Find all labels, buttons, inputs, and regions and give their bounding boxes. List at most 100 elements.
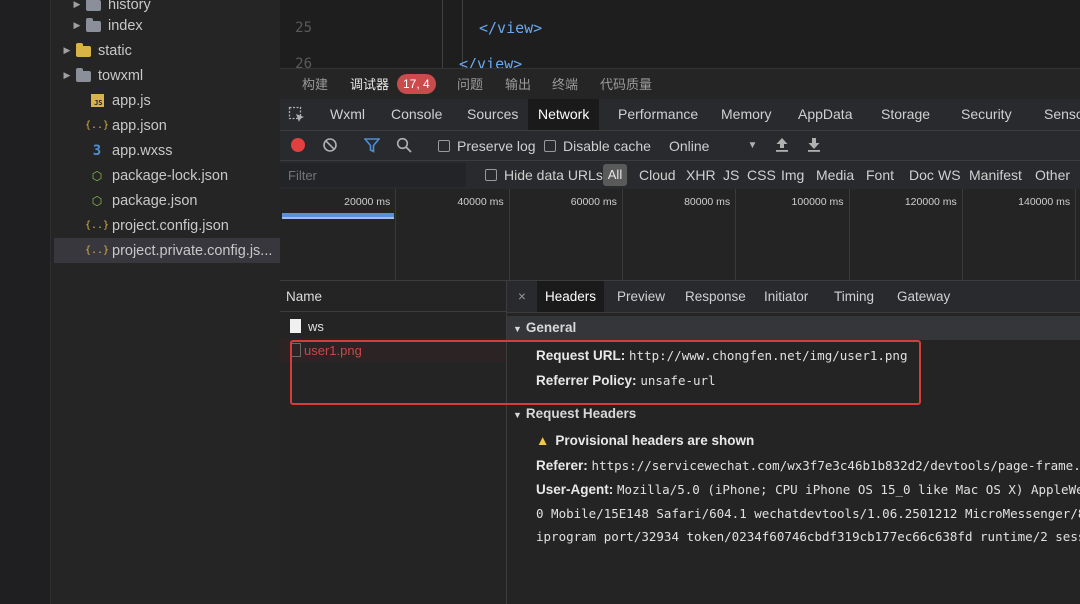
download-icon[interactable] [807,137,821,158]
devtools-tab-network[interactable]: Network [528,99,600,130]
filter-type-manifest[interactable]: Manifest [969,161,1022,189]
filter-type-xhr[interactable]: XHR [686,161,716,189]
network-timeline[interactable]: 20000 ms 40000 ms 60000 ms 80000 ms 100000 m… [280,189,1080,281]
details-tab-headers[interactable]: Headers [537,281,605,312]
disable-cache-label: Disable cache [563,137,651,154]
file-tree-item[interactable]: {..} project.config.json [84,213,229,238]
devtools-tab-sources[interactable]: Sources [457,99,528,130]
upload-icon[interactable] [775,137,789,158]
timeline-tick-label: 120000 ms [904,196,957,208]
timeline-tick-label: 60000 ms [570,196,617,208]
file-tree-item[interactable]: JS app.js [88,88,151,113]
details-tab-preview[interactable]: Preview [609,281,673,312]
filter-type-font[interactable]: Font [866,161,894,189]
tab-issues[interactable]: 问题 [457,69,483,100]
throttle-select[interactable]: Online ▼ [669,131,757,160]
file-tree-item[interactable]: ▶ towxml [60,63,144,88]
name-column-header[interactable]: Name [280,281,506,312]
details-tab-timing[interactable]: Timing [826,281,882,312]
filter-all-button[interactable]: All [603,164,627,186]
preserve-log-checkbox[interactable]: Preserve log [438,131,536,160]
devtools-tab-wxml[interactable]: Wxml [320,99,375,130]
file-tree-label: history [108,0,151,13]
search-icon[interactable] [396,137,412,158]
disable-cache-checkbox[interactable]: Disable cache [544,131,651,160]
code-line[interactable]: </view> [479,19,542,37]
chevron-right-icon[interactable]: ▶ [60,70,74,81]
clear-icon[interactable] [322,137,338,158]
checkbox-box[interactable] [485,169,497,181]
file-tree-label: app.json [112,117,167,134]
user-agent-continued: 0 Mobile/15E148 Safari/604.1 wechatdevto… [536,503,1080,525]
json-file-icon: {..} [84,220,110,231]
filter-type-js[interactable]: JS [723,161,739,189]
folder-icon [74,68,92,84]
filter-type-doc[interactable]: Doc [909,161,934,189]
tab-output[interactable]: 输出 [505,69,531,100]
devtools-tab-console[interactable]: Console [381,99,452,130]
throttle-value: Online [669,137,710,154]
details-tab-bar: × Headers Preview Response Initiator Timing G… [507,281,1080,313]
file-tree-item[interactable]: {..} app.json [85,113,167,138]
file-tree-label: app.js [112,92,151,109]
filter-icon[interactable] [363,138,381,158]
filter-input[interactable] [280,163,466,187]
filter-type-ws[interactable]: WS [938,161,961,189]
node-file-icon: ⬡ [91,193,103,208]
record-icon[interactable] [291,138,305,152]
devtools-tab-performance[interactable]: Performance [608,99,708,130]
timeline-gridline [621,189,623,280]
folder-icon [74,43,92,59]
json-file-icon: {..} [84,245,110,256]
tab-terminal[interactable]: 终端 [552,69,578,100]
details-tab-initiator[interactable]: Initiator [756,281,816,312]
line-number: 26 [295,56,312,68]
code-line[interactable]: </view> [459,55,522,68]
user-agent-value: Mozilla/5.0 (iPhone; CPU iPhone OS 15_0 … [617,482,1080,497]
user-agent-continued: iprogram port/32934 token/0234f60746cbdf… [536,526,1080,548]
file-tree-item[interactable]: 3 app.wxss [88,138,173,163]
hide-data-urls-checkbox[interactable]: Hide data URLs [485,161,603,189]
hide-data-urls-label: Hide data URLs [504,167,603,183]
request-row-ws[interactable]: ws [280,314,506,338]
filter-type-media[interactable]: Media [816,161,854,189]
code-editor[interactable]: 25 </view> 26 </view> [280,0,1080,68]
devtools-tab-storage[interactable]: Storage [871,99,940,130]
devtools-tab-memory[interactable]: Memory [711,99,782,130]
tab-code-quality[interactable]: 代码质量 [600,69,652,100]
filter-type-other[interactable]: Other [1035,161,1070,189]
checkbox-box[interactable] [438,139,450,152]
chevron-right-icon[interactable]: ▶ [70,20,84,31]
request-headers-section-header[interactable]: ▼ Request Headers [507,402,1080,426]
timeline-request-bar [282,213,394,219]
file-tree-item[interactable]: {..} project.private.config.js... [54,238,314,263]
filter-type-cloud[interactable]: Cloud [639,161,676,189]
warning-icon: ▲ [536,433,550,448]
folder-shape [85,0,101,11]
chevron-right-icon[interactable]: ▶ [70,0,84,10]
devtools-tab-sensor[interactable]: Sensor [1034,99,1080,130]
filter-type-img[interactable]: Img [781,161,804,189]
devtools-tab-appdata[interactable]: AppData [788,99,862,130]
file-tree-item[interactable]: ▶ index [70,13,143,38]
general-title: General [525,320,577,335]
file-tree-item[interactable]: ▶ static [60,38,132,63]
file-tree-item[interactable]: ⬡ package-lock.json [88,163,228,188]
details-tab-response[interactable]: Response [677,281,754,312]
inspect-element-icon[interactable] [288,106,306,124]
chevron-down-icon[interactable]: ▼ [747,140,757,151]
devtools-tab-security[interactable]: Security [951,99,1022,130]
details-tab-gateway[interactable]: Gateway [889,281,958,312]
filter-bar: Hide data URLs All Cloud XHRJS CSSImg Media… [280,161,1080,190]
close-icon[interactable]: × [510,281,534,312]
file-tree-item[interactable]: ⬡ package.json [88,188,198,213]
user-agent-value: 0 Mobile/15E148 Safari/604.1 wechatdevto… [536,506,1080,521]
tab-debugger[interactable]: 调试器 [350,69,389,100]
js-file-icon: JS [88,93,106,109]
checkbox-box[interactable] [544,139,556,152]
timeline-tick-label: 80000 ms [684,196,731,208]
chevron-right-icon[interactable]: ▶ [60,45,74,56]
tab-build[interactable]: 构建 [302,69,328,100]
general-section-header[interactable]: ▼ General [507,316,1080,340]
filter-type-css[interactable]: CSS [747,161,776,189]
